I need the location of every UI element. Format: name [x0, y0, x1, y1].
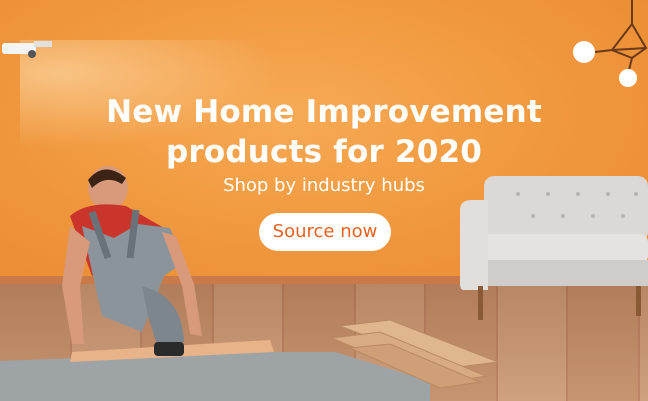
headline: New Home Improvement products for 2020: [106, 94, 542, 170]
subheadline: Shop by industry hubs: [223, 175, 425, 196]
chandelier-icon: [573, 0, 648, 87]
promo-banner[interactable]: New Home Improvement products for 2020 S…: [0, 0, 648, 401]
wood-planks-image: [330, 319, 499, 388]
source-now-button[interactable]: Source now: [259, 213, 391, 251]
security-camera-icon: [2, 41, 52, 58]
